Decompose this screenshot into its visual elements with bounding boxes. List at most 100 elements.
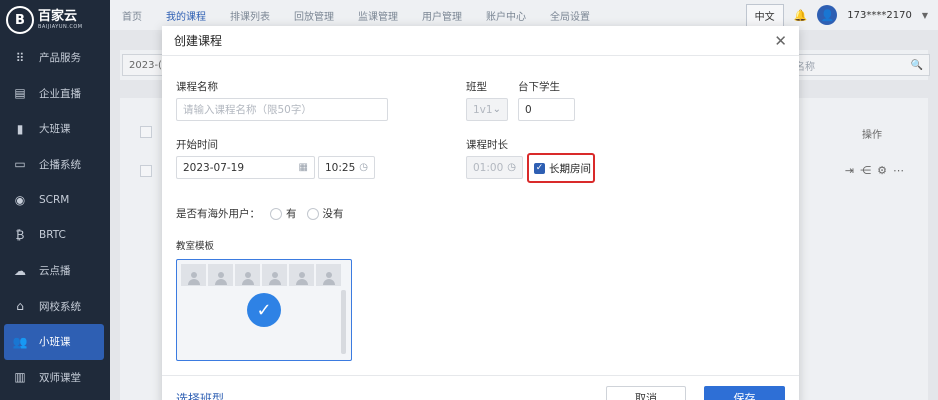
selected-check-icon: ✓ bbox=[247, 293, 281, 327]
user-icon bbox=[322, 272, 336, 286]
sidebar: B 百家云 BAIJIAYUN.COM ⠿ 产品服务 ▤ 企业直播 ▮ 大班课 ▭ 企播系统 ◉… bbox=[0, 0, 110, 400]
duration-picker[interactable]: 01:00 ◷ bbox=[466, 156, 523, 179]
top-tab[interactable]: 回放管理 bbox=[282, 8, 346, 23]
user-name[interactable]: 173****2170 bbox=[847, 10, 912, 21]
enter-icon[interactable]: ⇥ bbox=[845, 164, 860, 177]
sidebar-item[interactable]: ⌂ 网校系统 bbox=[0, 289, 110, 325]
grid-icon: ⠿ bbox=[15, 50, 25, 65]
book-icon: ▤ bbox=[14, 86, 26, 101]
long-term-label: 长期房间 bbox=[549, 162, 591, 175]
bell-icon[interactable]: 🔔 bbox=[794, 9, 808, 22]
group-icon: 👥 bbox=[12, 334, 28, 349]
long-term-room-checkbox[interactable]: ✓ 长期房间 bbox=[527, 153, 595, 183]
course-name-label: 课程名称 bbox=[176, 81, 218, 93]
checkmark-icon: ✓ bbox=[534, 162, 545, 174]
logo-title: 百家云 bbox=[38, 9, 78, 24]
logo-subtitle: BAIJIAYUN.COM bbox=[38, 24, 83, 30]
seat bbox=[235, 264, 260, 286]
row-checkbox[interactable] bbox=[140, 165, 152, 177]
template-scrollbar[interactable] bbox=[341, 290, 346, 354]
top-tab[interactable]: 我的课程 bbox=[154, 8, 218, 23]
sidebar-item[interactable]: ⠿ 产品服务 bbox=[0, 40, 110, 76]
duration-label: 课程时长 bbox=[466, 139, 508, 151]
sidebar-item[interactable]: 👥 小班课 bbox=[4, 324, 104, 360]
duration-value: 01:00 bbox=[473, 161, 504, 174]
save-button[interactable]: 保存 bbox=[704, 386, 785, 400]
more-icon[interactable]: ⋯ bbox=[893, 164, 910, 177]
clock-icon: ◷ bbox=[507, 162, 516, 173]
overseas-users-group: 是否有海外用户： 有 没有 bbox=[176, 206, 344, 221]
overseas-label: 是否有海外用户： bbox=[176, 208, 260, 220]
user-icon bbox=[187, 272, 201, 286]
school-icon: ⌂ bbox=[16, 299, 24, 314]
seat bbox=[316, 264, 341, 286]
sidebar-item[interactable]: ▮ 大班课 bbox=[0, 111, 110, 147]
bitcoin-icon: ₿ bbox=[15, 228, 25, 243]
dialog-footer: 选择班型 取消 保存 bbox=[162, 375, 799, 400]
share-icon[interactable]: ⋲ bbox=[860, 164, 877, 177]
chevron-down-icon[interactable]: ▼ bbox=[922, 11, 928, 20]
op-header: 操作 bbox=[862, 130, 882, 141]
start-time-label: 开始时间 bbox=[176, 139, 218, 151]
overseas-no-radio[interactable] bbox=[306, 207, 319, 220]
classroom-template-card[interactable]: ✓ bbox=[176, 259, 352, 361]
class-type-value: 1v1 bbox=[473, 103, 493, 116]
offline-students-input[interactable]: 0 bbox=[518, 98, 575, 121]
start-date-picker[interactable]: 2023-07-19 ▦ bbox=[176, 156, 315, 179]
user-icon bbox=[214, 272, 228, 286]
chevron-down-icon: ⌄ bbox=[492, 104, 501, 115]
top-tab[interactable]: 全局设置 bbox=[538, 8, 602, 23]
top-tab[interactable]: 排课列表 bbox=[218, 8, 282, 23]
offline-students-label: 台下学生 bbox=[518, 81, 560, 93]
sidebar-item-label: BRTC bbox=[39, 229, 66, 242]
row-actions[interactable]: ⇥⋲⚙⋯ bbox=[845, 164, 910, 177]
start-time-value: 10:25 bbox=[325, 161, 356, 174]
cloud-icon: ☁ bbox=[14, 263, 26, 278]
top-tab[interactable]: 监课管理 bbox=[346, 8, 410, 23]
select-all-checkbox[interactable] bbox=[140, 126, 152, 138]
course-name-input[interactable]: 请输入课程名称（限50字） bbox=[176, 98, 388, 121]
avatar[interactable]: 👤 bbox=[817, 5, 838, 25]
overseas-yes-label[interactable]: 有 bbox=[286, 206, 297, 221]
sidebar-item[interactable]: ☁ 云点播 bbox=[0, 253, 110, 289]
seat-strip bbox=[181, 264, 341, 286]
top-tab[interactable]: 账户中心 bbox=[474, 8, 538, 23]
sidebar-item-label: 企业直播 bbox=[39, 87, 81, 100]
cancel-button[interactable]: 取消 bbox=[606, 386, 686, 400]
top-tab[interactable]: 用户管理 bbox=[410, 8, 474, 23]
sidebar-item[interactable]: ▥ 双师课堂 bbox=[0, 360, 110, 396]
class-type-label: 班型 bbox=[466, 81, 487, 93]
sidebar-item-label: 小班课 bbox=[39, 336, 71, 349]
close-icon[interactable]: ✕ bbox=[774, 32, 787, 50]
start-time-picker[interactable]: 10:25 ◷ bbox=[318, 156, 375, 179]
user-icon bbox=[241, 272, 255, 286]
logo[interactable]: B 百家云 BAIJIAYUN.COM bbox=[0, 0, 110, 40]
sidebar-item[interactable]: ◉ SCRM bbox=[0, 182, 110, 218]
sidebar-item-label: 企播系统 bbox=[39, 158, 81, 171]
sidebar-item-label: 大班课 bbox=[39, 123, 71, 136]
overseas-yes-radio[interactable] bbox=[270, 207, 282, 220]
language-switch[interactable]: 中文 bbox=[745, 3, 784, 27]
start-date-value: 2023-07-19 bbox=[183, 161, 245, 174]
sidebar-item-label: SCRM bbox=[39, 193, 70, 206]
gear-icon[interactable]: ⚙ bbox=[877, 164, 893, 177]
select-class-type-link[interactable]: 选择班型 bbox=[176, 390, 224, 400]
sidebar-item-label: 云点播 bbox=[39, 265, 71, 278]
seat bbox=[262, 264, 287, 286]
overseas-no-label[interactable]: 没有 bbox=[323, 206, 344, 221]
search-icon[interactable]: 🔍 bbox=[911, 60, 923, 71]
class-type-select[interactable]: 1v1 ⌄ bbox=[466, 98, 508, 121]
search-input[interactable]: 名称 🔍 bbox=[790, 54, 930, 76]
seat bbox=[289, 264, 314, 286]
user-icon bbox=[295, 272, 309, 286]
template-label: 教室模板 bbox=[176, 241, 215, 252]
top-tab[interactable]: 首页 bbox=[110, 8, 154, 23]
sidebar-item[interactable]: ▭ 企播系统 bbox=[0, 147, 110, 183]
open-book-icon: ▥ bbox=[14, 370, 26, 385]
chat-icon: ◉ bbox=[14, 192, 26, 207]
sidebar-item[interactable]: ▤ 企业直播 bbox=[0, 76, 110, 112]
sidebar-item-label: 产品服务 bbox=[39, 52, 81, 65]
user-icon bbox=[268, 272, 282, 286]
seat bbox=[181, 264, 206, 286]
sidebar-item[interactable]: ₿ BRTC bbox=[0, 218, 110, 254]
